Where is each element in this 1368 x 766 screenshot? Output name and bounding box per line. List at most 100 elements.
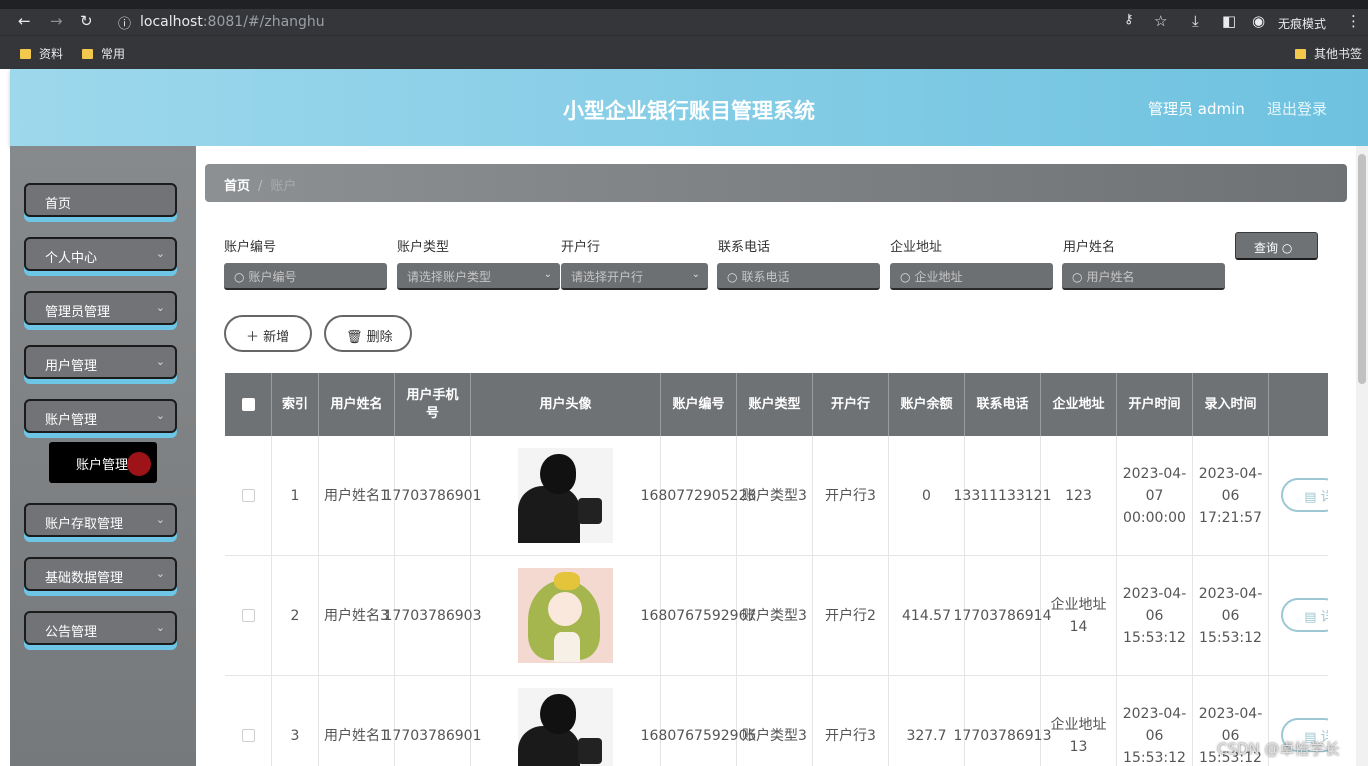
cell-text: 用户姓名1: [324, 487, 389, 504]
bank-select[interactable]: 请选择开户行 ⌄: [561, 263, 708, 290]
filter-label-address: 企业地址: [890, 240, 943, 255]
column-header: 录入时间: [1193, 373, 1269, 436]
cell-text: 账户类型3: [742, 727, 807, 744]
row-checkbox[interactable]: [241, 729, 255, 742]
forward-icon[interactable]: →: [50, 12, 63, 30]
sidebar-item-home[interactable]: 首页: [24, 183, 177, 217]
input-placeholder: 联系电话: [741, 270, 790, 284]
breadcrumb: 首页 / 账户: [205, 164, 1347, 202]
cell-text: 账户类型3: [742, 607, 807, 624]
column-header: 账户余额: [889, 373, 965, 436]
logout-link[interactable]: 退出登录: [1267, 98, 1327, 119]
bookmark-folder-changyong[interactable]: 常用: [82, 45, 125, 62]
sidepanel-icon[interactable]: ◧: [1222, 12, 1236, 30]
click-indicator: [127, 452, 151, 476]
column-header: 企业地址: [1041, 373, 1117, 436]
scrollbar[interactable]: [1356, 146, 1368, 766]
star-icon[interactable]: ☆: [1154, 12, 1167, 30]
search-icon: ○: [1281, 241, 1293, 255]
download-icon[interactable]: ⤓: [1192, 12, 1199, 30]
chevron-down-icon: ⌄: [155, 567, 165, 580]
bookmark-other[interactable]: 其他书签: [1295, 45, 1362, 62]
menu-dots-icon[interactable]: ⋮: [1346, 12, 1361, 30]
cell-text: 2023-04-06 15:53:12: [1198, 585, 1263, 646]
table-cell-open: 2023-04-07 00:00:00: [1117, 436, 1193, 556]
table-cell-bank: 开户行3: [813, 676, 889, 766]
phone-input[interactable]: ○ 联系电话: [717, 263, 880, 290]
row-checkbox[interactable]: [241, 609, 255, 622]
submenu-item-label: 账户管理: [76, 458, 129, 473]
key-icon[interactable]: ⚷: [1124, 12, 1134, 27]
plus-icon: ＋: [246, 330, 260, 345]
select-placeholder: 请选择开户行: [571, 270, 644, 284]
back-icon[interactable]: ←: [18, 12, 31, 30]
cell-text: 2: [290, 607, 300, 624]
account-no-input[interactable]: ○ 账户编号: [224, 263, 387, 290]
sidebar-item-user-mgmt[interactable]: 用户管理 ⌄: [24, 345, 177, 379]
sidebar-item-label: 用户管理: [45, 359, 98, 374]
sidebar-item-label: 基础数据管理: [45, 571, 124, 586]
table-cell-acct: 1680767592905: [641, 676, 756, 766]
scrollbar-thumb[interactable]: [1358, 154, 1366, 384]
sidebar-item-account-mgmt[interactable]: 账户管理 ⌄: [24, 399, 177, 433]
table-cell-idx: 1: [272, 436, 319, 556]
add-button[interactable]: ＋ 新增: [224, 315, 312, 352]
sidebar-item-label: 账户存取管理: [45, 517, 124, 532]
main-content: 首页 / 账户 账户编号 账户类型 开户行 联系电话 企业地址 用户姓名 ○ 账户编号…: [196, 146, 1356, 766]
address-input[interactable]: ○ 企业地址: [890, 263, 1053, 290]
row-checkbox[interactable]: [241, 489, 255, 502]
delete-button[interactable]: 🗑 删除: [324, 315, 412, 352]
table-cell-addr: 企业地址13: [1041, 676, 1117, 766]
search-icon: ○: [234, 270, 245, 284]
column-header: 联系电话: [965, 373, 1041, 436]
table-cell-tel: 17703786914: [954, 556, 1052, 676]
cell-text: 企业地址13: [1050, 716, 1107, 755]
chevron-down-icon: ⌄: [155, 513, 165, 526]
cell-text: 327.7: [906, 727, 947, 744]
sidebar-item-label: 账户管理: [45, 413, 98, 428]
sidebar-item-admin-mgmt[interactable]: 管理员管理 ⌄: [24, 291, 177, 325]
breadcrumb-home[interactable]: 首页: [224, 179, 250, 194]
table-cell-addr: 123: [1041, 436, 1117, 556]
table-cell-addr: 企业地址14: [1041, 556, 1117, 676]
search-icon: ○: [727, 270, 738, 284]
filter-label-account-no: 账户编号: [224, 240, 277, 255]
column-header: 账户编号: [661, 373, 737, 436]
bookmark-folder-ziliao[interactable]: 资料: [20, 45, 63, 62]
reload-icon[interactable]: ↻: [80, 12, 93, 30]
folder-icon: [82, 49, 93, 59]
table-cell-type: 账户类型3: [737, 676, 813, 766]
select-all-checkbox[interactable]: [241, 398, 255, 411]
folder-icon: [1295, 49, 1306, 59]
search-icon: ○: [900, 270, 911, 284]
account-type-select[interactable]: 请选择账户类型 ⌄: [397, 263, 560, 290]
detail-button-label: 详: [1320, 490, 1328, 505]
cell-text: 账户类型3: [742, 487, 807, 504]
table-cell-phone: 17703786903: [384, 556, 482, 676]
actions-cell: ▤ 详: [1269, 436, 1328, 556]
search-button-label: 查询: [1254, 241, 1279, 255]
sidebar-item-basic-data-mgmt[interactable]: 基础数据管理 ⌄: [24, 557, 177, 591]
sidebar-item-label: 公告管理: [45, 625, 98, 640]
sidebar-item-notice-mgmt[interactable]: 公告管理 ⌄: [24, 611, 177, 645]
sidebar-item-deposit-mgmt[interactable]: 账户存取管理 ⌄: [24, 503, 177, 537]
search-icon: ○: [1072, 270, 1083, 284]
info-icon[interactable]: ⓘ: [118, 13, 131, 32]
cell-text: 17703786913: [953, 727, 1052, 744]
cell-text: 3: [290, 727, 300, 744]
url-text[interactable]: localhost:8081/#/zhanghu: [140, 14, 325, 30]
column-header: 开户行: [813, 373, 889, 436]
address-bar[interactable]: ⓘ localhost:8081/#/zhanghu: [108, 10, 1176, 34]
column-header: 开户时间: [1117, 373, 1193, 436]
sidebar-item-personal-center[interactable]: 个人中心 ⌄: [24, 237, 177, 271]
username-input[interactable]: ○ 用户姓名: [1062, 263, 1225, 290]
table-cell-idx: 2: [272, 556, 319, 676]
search-button[interactable]: 查询 ○: [1235, 232, 1318, 260]
detail-button[interactable]: ▤ 详: [1281, 598, 1328, 632]
detail-button[interactable]: ▤ 详: [1281, 478, 1328, 512]
avatar-cell: [471, 556, 661, 676]
row-select-cell: [225, 676, 272, 766]
column-header: 索引: [272, 373, 319, 436]
incognito-icon[interactable]: ◉: [1252, 12, 1265, 30]
filter-label-username: 用户姓名: [1063, 240, 1116, 255]
